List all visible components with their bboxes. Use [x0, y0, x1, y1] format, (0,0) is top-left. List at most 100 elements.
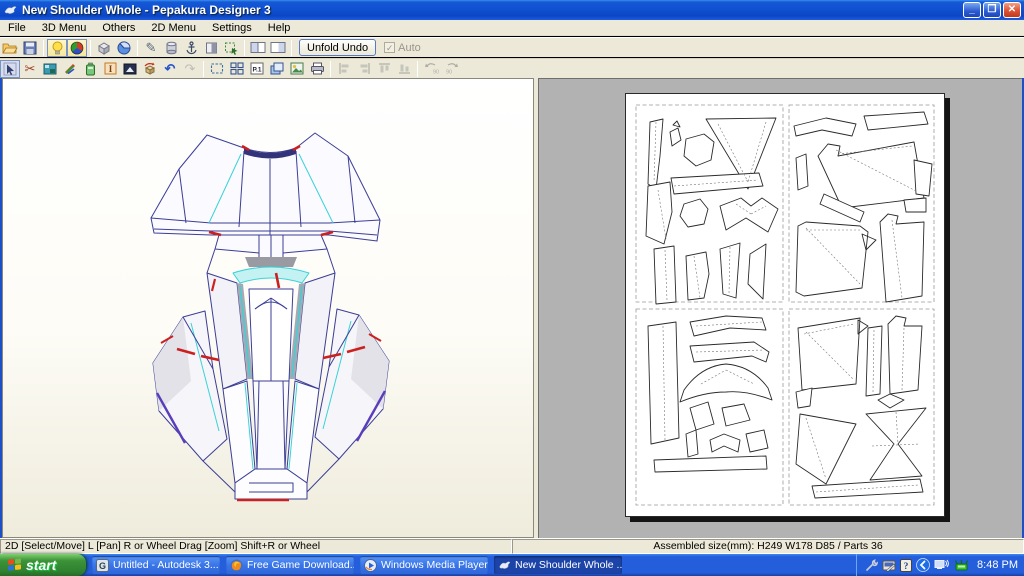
help-tray-icon[interactable]: ? — [900, 558, 913, 572]
title-bar[interactable]: New Shoulder Whole - Pepakura Designer 3… — [0, 0, 1024, 20]
texture-view-button[interactable] — [67, 38, 87, 57]
solid-view-button[interactable] — [94, 39, 114, 57]
rotate-cw-icon: 90 — [446, 63, 458, 76]
system-tray: ? 8:48 PM — [856, 554, 1024, 576]
printer-icon — [310, 62, 324, 75]
battery-button[interactable] — [80, 60, 100, 78]
viewport-2d[interactable] — [538, 78, 1022, 538]
auto-checkbox[interactable]: ✓ — [384, 42, 396, 53]
color-pens-button[interactable] — [60, 60, 80, 78]
split-view-icon — [250, 42, 266, 53]
taskbar-item-autodesk[interactable]: G Untitled - Autodesk 3... — [92, 556, 220, 574]
zoom-area-button[interactable] — [207, 60, 227, 78]
anchor-tool-button[interactable] — [181, 39, 201, 57]
menu-settings[interactable]: Settings — [204, 21, 260, 35]
rotate-part-button[interactable] — [140, 60, 160, 78]
page-number-icon: P.1 — [250, 62, 264, 75]
align-top-button[interactable] — [374, 60, 394, 78]
input-settings-tray-icon[interactable] — [882, 559, 896, 572]
material-button[interactable] — [120, 60, 140, 78]
taskbar-item-pepakura[interactable]: New Shoulder Whole ... — [494, 556, 622, 574]
tool-tray-icon[interactable] — [865, 558, 879, 572]
export-image-button[interactable] — [287, 60, 307, 78]
open-folder-icon — [2, 43, 18, 53]
network-status-tray-icon[interactable] — [954, 559, 969, 572]
cursor-arrow-icon — [3, 62, 17, 75]
cube-icon — [98, 41, 110, 55]
insert-text-button[interactable]: I — [100, 60, 120, 78]
menu-file[interactable]: File — [0, 21, 34, 35]
align-left-button[interactable] — [334, 60, 354, 78]
toolbar-main: ✎ Unfold Undo ✓ Auto — [0, 37, 1024, 57]
cylinder-tool-button[interactable] — [161, 39, 181, 57]
undo-arrow-icon: ↶ — [164, 61, 176, 76]
unfold-undo-button[interactable]: Unfold Undo — [299, 39, 377, 56]
cut-edges-button[interactable]: ✂ — [20, 60, 40, 78]
layout-2d-pane-button[interactable] — [268, 39, 288, 57]
auto-checkbox-label: Auto — [398, 41, 421, 54]
taskbar-item-firefox[interactable]: Free Game Download... — [226, 556, 354, 574]
menu-others[interactable]: Others — [94, 21, 143, 35]
cylinder-icon — [166, 41, 176, 54]
light-bulb-icon — [52, 41, 62, 54]
minimize-button[interactable]: _ — [963, 2, 981, 18]
select-arrow-button[interactable] — [0, 59, 20, 78]
status-assembled-size: Assembled size(mm): H249 W178 D85 / Part… — [512, 539, 1024, 554]
pattern-page — [625, 93, 945, 517]
image-export-icon — [290, 62, 304, 75]
taskbar-item-label: Free Game Download... — [247, 559, 354, 571]
taskbar-item-label: Windows Media Player — [381, 559, 488, 571]
toolbar-2d: ✂ I ↶ ↷ P.1 90 90 — [0, 58, 1024, 78]
taskbar-item-label: Untitled - Autodesk 3... — [113, 559, 219, 571]
arrange-parts-button[interactable] — [227, 60, 247, 78]
taskbar-item-wmp[interactable]: Windows Media Player — [360, 556, 488, 574]
page-number-button[interactable]: P.1 — [247, 60, 267, 78]
section-view-button[interactable] — [114, 39, 134, 57]
save-file-button[interactable] — [20, 39, 40, 57]
layout-both-panes-button[interactable] — [248, 39, 268, 57]
rotate-cw-90-button[interactable]: 90 — [441, 60, 461, 78]
light-toggle-button[interactable] — [47, 38, 67, 57]
rotate-ccw-90-button[interactable]: 90 — [421, 60, 441, 78]
taskbar-item-label: New Shoulder Whole ... — [515, 559, 622, 571]
pen-icon: ✎ — [145, 40, 157, 55]
undo-button[interactable]: ↶ — [160, 60, 180, 78]
arrange-icon — [230, 62, 244, 75]
close-button[interactable]: ✕ — [1003, 2, 1021, 18]
menu-bar: File 3D Menu Others 2D Menu Settings Hel… — [0, 20, 1024, 36]
monitor-audio-tray-icon[interactable] — [934, 559, 950, 572]
pen-tool-button[interactable]: ✎ — [141, 39, 161, 57]
panel-view-button[interactable] — [201, 39, 221, 57]
open-file-button[interactable] — [0, 39, 20, 57]
collapse-arrow-icon[interactable] — [916, 558, 930, 572]
svg-text:90: 90 — [446, 70, 452, 76]
layers-button[interactable] — [267, 60, 287, 78]
align-right-button[interactable] — [354, 60, 374, 78]
menu-2d[interactable]: 2D Menu — [143, 21, 204, 35]
texture-image-button[interactable] — [40, 60, 60, 78]
redo-arrow-icon: ↷ — [184, 61, 196, 76]
zoom-rect-icon — [210, 63, 224, 74]
pepakura-icon — [499, 560, 511, 569]
text-icon: I — [104, 62, 116, 75]
menu-3d[interactable]: 3D Menu — [34, 21, 95, 35]
panel-icon — [205, 42, 217, 53]
status-bar: 2D [Select/Move] L [Pan] R or Wheel Drag… — [0, 538, 1024, 554]
align-bottom-button[interactable] — [394, 60, 414, 78]
menu-help[interactable]: Help — [260, 21, 299, 35]
clock[interactable]: 8:48 PM — [977, 559, 1018, 571]
autodesk-icon: G — [96, 558, 109, 572]
restore-button[interactable]: ❐ — [983, 2, 1001, 18]
svg-text:?: ? — [904, 562, 909, 572]
marquee-select-icon — [224, 42, 237, 55]
viewport-3d[interactable] — [2, 78, 534, 538]
wmp-icon — [364, 558, 377, 572]
align-top-icon — [378, 63, 390, 73]
start-button[interactable]: start — [0, 554, 86, 576]
select-area-button[interactable] — [221, 39, 241, 57]
window-title: New Shoulder Whole - Pepakura Designer 3 — [22, 3, 271, 17]
svg-text:G: G — [99, 561, 106, 571]
color-sphere-icon — [70, 41, 84, 54]
print-button[interactable] — [307, 60, 327, 78]
redo-button[interactable]: ↷ — [180, 60, 200, 78]
